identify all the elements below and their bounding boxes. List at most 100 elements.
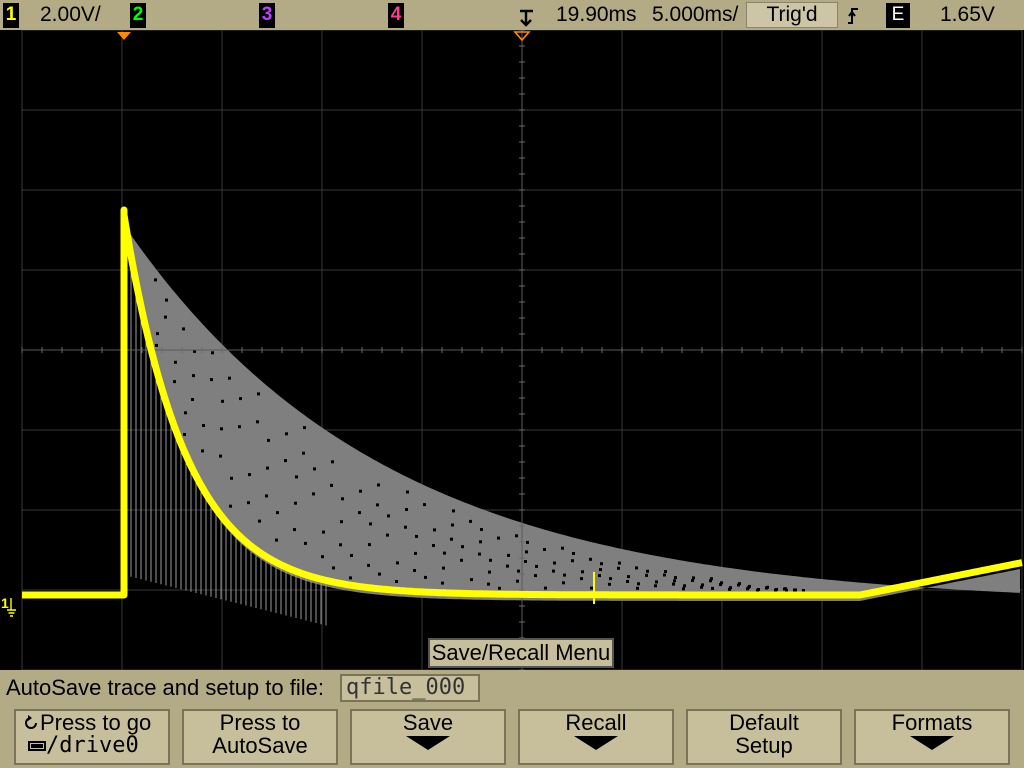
persistence-gap xyxy=(424,575,427,579)
persistence-gap xyxy=(525,550,528,554)
persistence-gap xyxy=(257,392,260,396)
persistence-gap xyxy=(359,489,362,493)
persistence-gap xyxy=(239,397,242,401)
persistence-gap xyxy=(572,552,575,555)
persistence-gap xyxy=(396,561,399,565)
persistence-gap xyxy=(692,576,695,580)
softkey-1-path: /drive0 xyxy=(46,733,139,758)
persistence-gap xyxy=(258,519,261,523)
persistence-gap xyxy=(563,573,566,577)
persistence-gap xyxy=(219,454,222,458)
persistence-gap xyxy=(367,563,370,567)
recall-button[interactable]: Recall xyxy=(518,709,674,765)
softkey-2-label-2: AutoSave xyxy=(212,733,308,758)
persistence-gap xyxy=(442,566,445,570)
persistence-gap xyxy=(330,483,333,487)
persistence-gap xyxy=(349,576,352,580)
press-to-go-button[interactable]: Press to go /drive0 xyxy=(14,709,170,765)
persistence-gap xyxy=(571,559,574,563)
persistence-gap xyxy=(229,504,232,508)
press-to-autosave-button[interactable]: Press to AutoSave xyxy=(182,709,338,765)
persistence-gap xyxy=(757,588,760,591)
channel-4-indicator[interactable]: 4 xyxy=(388,3,404,28)
persistence-gap xyxy=(415,534,418,538)
persistence-gap xyxy=(461,545,464,549)
persistence-gap xyxy=(154,278,157,282)
persistence-gap xyxy=(285,432,288,436)
channel-3-indicator[interactable]: 3 xyxy=(259,3,275,28)
persistence-gap xyxy=(340,520,343,524)
channel-1-indicator[interactable]: 1 xyxy=(3,3,19,28)
persistence-gap xyxy=(406,490,409,494)
persistence-gap xyxy=(248,473,251,477)
persistence-gap xyxy=(683,584,686,588)
timebase-readout: 5.000ms/ xyxy=(652,3,739,26)
persistence-gap xyxy=(376,503,379,507)
persistence-gap xyxy=(598,574,601,578)
autosave-filename-field[interactable]: qfile_000 xyxy=(340,674,480,702)
persistence-gap xyxy=(479,540,482,544)
persistence-gap xyxy=(247,501,250,505)
persistence-gap xyxy=(673,579,676,583)
persistence-gap xyxy=(664,570,667,573)
trigger-status: Trig'd xyxy=(746,2,838,28)
persistence-gap xyxy=(368,543,371,547)
persistence-gap xyxy=(230,476,233,480)
persistence-gap xyxy=(748,584,751,588)
save-button[interactable]: Save xyxy=(350,709,506,765)
persistence-gap xyxy=(341,497,344,501)
delay-readout: 19.90ms xyxy=(556,3,637,26)
softkey-1-label: Press to go xyxy=(40,710,152,735)
submenu-arrow-icon xyxy=(910,736,954,750)
softkey-4-label: Recall xyxy=(565,710,627,735)
persistence-gap xyxy=(561,546,564,550)
persistence-gap xyxy=(312,492,315,496)
persistence-gap xyxy=(313,467,316,471)
persistence-gap xyxy=(202,424,205,427)
persistence-gap xyxy=(369,522,372,526)
persistence-gap xyxy=(618,561,621,565)
persistence-gap xyxy=(256,420,259,424)
persistence-gap xyxy=(350,554,353,557)
persistence-gap xyxy=(182,327,185,331)
persistence-gap xyxy=(562,581,565,585)
autosave-label: AutoSave trace and setup to file: xyxy=(6,675,324,700)
persistence-gap xyxy=(580,577,583,581)
persistence-gap xyxy=(691,579,694,582)
default-setup-button[interactable]: Default Setup xyxy=(686,709,842,765)
persistence-gap xyxy=(645,573,648,577)
persistence-gap xyxy=(517,569,520,573)
persistence-gap xyxy=(672,582,675,586)
persistence-gap xyxy=(480,528,483,531)
persistence-gap xyxy=(729,586,732,590)
formats-button[interactable]: Formats xyxy=(854,709,1010,765)
persistence-gap xyxy=(304,541,307,545)
persistence-gap xyxy=(516,579,519,583)
persistence-gap xyxy=(553,561,556,565)
persistence-gap xyxy=(535,564,538,568)
persistence-gap xyxy=(506,564,509,568)
trigger-source[interactable]: E xyxy=(886,3,910,28)
channel-2-indicator[interactable]: 2 xyxy=(130,3,146,28)
persistence-gap xyxy=(498,586,501,590)
persistence-gap xyxy=(238,425,241,429)
persistence-gap xyxy=(211,351,214,355)
persistence-gap xyxy=(443,551,446,555)
softkey-5-label-2: Setup xyxy=(735,733,793,758)
persistence-gap xyxy=(265,494,268,498)
persistence-gap xyxy=(191,398,194,401)
persistence-gap xyxy=(386,533,389,537)
persistence-gap xyxy=(775,588,778,591)
persistence-gap xyxy=(635,566,638,570)
persistence-gap xyxy=(682,587,685,591)
persistence-gap xyxy=(701,583,704,587)
persistence-gap xyxy=(543,548,546,551)
rising-edge-icon xyxy=(848,8,858,24)
persistence-gap xyxy=(608,582,611,586)
persistence-gap xyxy=(488,570,491,574)
waveform-display: 1 xyxy=(0,30,1024,670)
persistence-gap xyxy=(165,298,168,302)
persistence-gap xyxy=(738,582,741,586)
menu-title: Save/Recall Menu xyxy=(428,638,614,668)
status-bar: 1 2.00V/ 2 3 4 19.90ms 5.000ms/ Trig'd E… xyxy=(0,0,1024,30)
